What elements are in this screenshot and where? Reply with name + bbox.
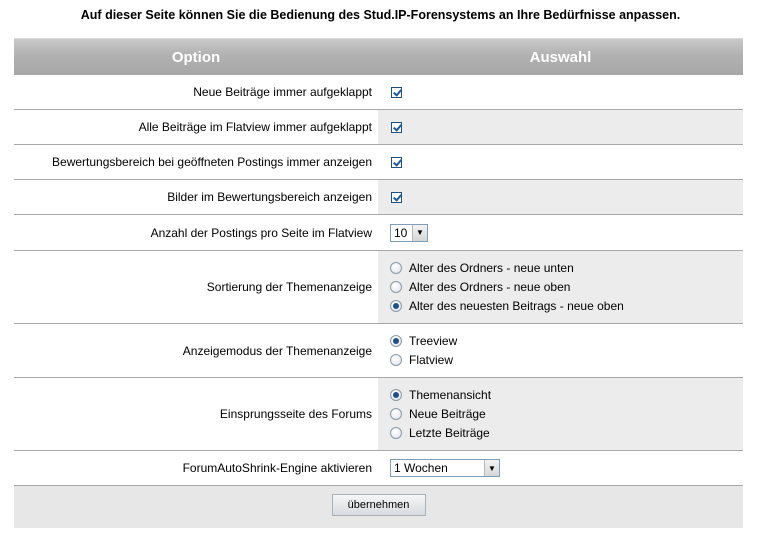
radio-button[interactable] [390, 262, 402, 274]
setting-label: Bewertungsbereich bei geöffneten Posting… [14, 145, 378, 179]
checkbox-bewertungsbereich-anzeigen[interactable] [391, 156, 402, 168]
radio-button[interactable] [390, 427, 402, 439]
radio-option[interactable]: Alter des neuesten Beitrags - neue oben [390, 297, 743, 316]
setting-row-bewertungsbereich: Bewertungsbereich bei geöffneten Posting… [14, 145, 743, 180]
radio-option[interactable]: Themenansicht [390, 386, 743, 405]
form-footer: übernehmen [14, 486, 743, 528]
chevron-down-icon: ▼ [484, 460, 499, 476]
radio-button[interactable] [390, 408, 402, 420]
setting-label: ForumAutoShrink-Engine aktivieren [14, 451, 378, 485]
radio-label: Themenansicht [409, 388, 492, 402]
setting-row-sortierung: Sortierung der Themenanzeige Alter des O… [14, 251, 743, 324]
setting-label: Anzeigemodus der Themenanzeige [14, 324, 378, 377]
radio-button-selected[interactable] [390, 335, 402, 347]
chevron-down-icon: ▼ [412, 224, 427, 241]
autoshrink-select[interactable]: 1 Wochen ▼ [390, 459, 500, 477]
setting-label: Alle Beiträge im Flatview immer aufgekla… [14, 110, 378, 144]
checkbox-flatview-aufgeklappt[interactable] [391, 121, 402, 133]
setting-row-bilder: Bilder im Bewertungsbereich anzeigen [14, 180, 743, 215]
setting-row-flatview-aufgeklappt: Alle Beiträge im Flatview immer aufgekla… [14, 110, 743, 145]
radio-label: Neue Beiträge [409, 407, 486, 421]
radio-label: Treeview [409, 334, 458, 348]
radio-label: Alter des Ordners - neue unten [409, 261, 574, 275]
radio-option[interactable]: Flatview [390, 351, 743, 370]
setting-label: Anzahl der Postings pro Seite im Flatvie… [14, 215, 378, 250]
table-header: Option Auswahl [14, 38, 743, 75]
header-auswahl: Auswahl [529, 48, 592, 66]
setting-row-einsprungsseite: Einsprungsseite des Forums Themenansicht… [14, 378, 743, 451]
radio-label: Flatview [409, 353, 454, 367]
radio-label: Letzte Beiträge [409, 426, 490, 440]
postings-per-page-select[interactable]: 10 ▼ [390, 223, 428, 242]
submit-button[interactable]: übernehmen [331, 494, 426, 516]
setting-label: Bilder im Bewertungsbereich anzeigen [14, 180, 378, 214]
setting-row-postings-pro-seite: Anzahl der Postings pro Seite im Flatvie… [14, 215, 743, 251]
setting-row-autoshrink: ForumAutoShrink-Engine aktivieren 1 Woch… [14, 451, 743, 486]
radio-option[interactable]: Alter des Ordners - neue oben [390, 278, 743, 297]
page-intro: Auf dieser Seite können Sie die Bedienun… [80, 8, 681, 22]
radio-button[interactable] [390, 354, 402, 366]
radio-option[interactable]: Neue Beiträge [390, 405, 743, 424]
radio-label: Alter des Ordners - neue oben [409, 280, 571, 294]
radio-option[interactable]: Letzte Beiträge [390, 424, 743, 443]
setting-label: Einsprungsseite des Forums [14, 378, 378, 450]
header-option: Option [171, 48, 221, 66]
radio-button-selected[interactable] [390, 300, 402, 312]
radio-option[interactable]: Treeview [390, 332, 743, 351]
setting-label: Sortierung der Themenanzeige [14, 251, 378, 323]
setting-row-anzeigemodus: Anzeigemodus der Themenanzeige Treeview … [14, 324, 743, 378]
select-value: 1 Wochen [394, 461, 448, 475]
radio-option[interactable]: Alter des Ordners - neue unten [390, 259, 743, 278]
setting-row-neue-beitraege: Neue Beiträge immer aufgeklappt [14, 75, 743, 110]
checkbox-neue-beitraege-aufgeklappt[interactable] [391, 86, 402, 98]
radio-button[interactable] [390, 281, 402, 293]
setting-label: Neue Beiträge immer aufgeklappt [14, 75, 378, 109]
radio-label: Alter des neuesten Beitrags - neue oben [409, 299, 624, 313]
select-value: 10 [394, 225, 408, 240]
settings-table: Option Auswahl Neue Beiträge immer aufge… [14, 38, 743, 528]
radio-button-selected[interactable] [390, 389, 402, 401]
checkbox-bilder-anzeigen[interactable] [391, 191, 402, 203]
